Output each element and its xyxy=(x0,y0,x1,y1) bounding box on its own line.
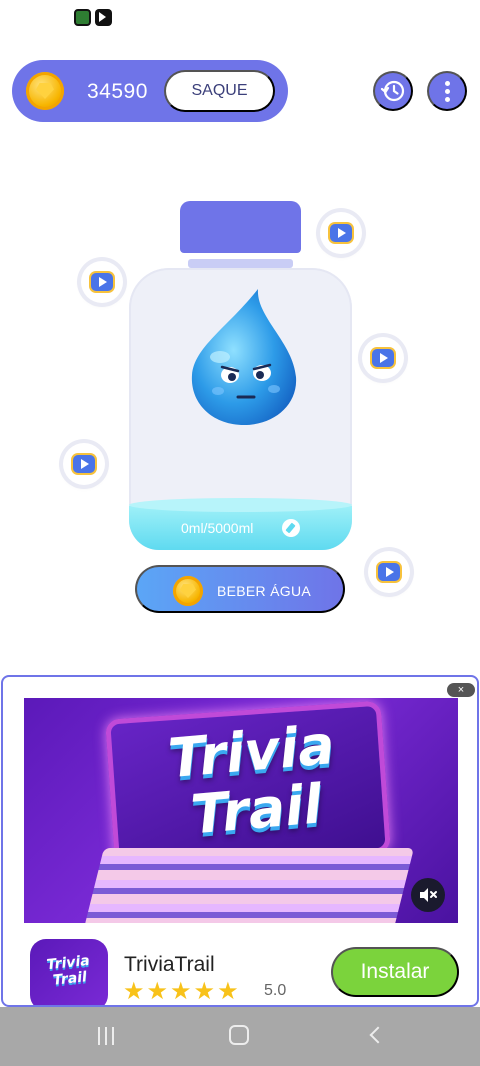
video-reward-bubble[interactable] xyxy=(63,443,105,485)
notification-play-icon xyxy=(95,9,112,26)
more-options-button[interactable] xyxy=(427,71,467,111)
withdraw-button[interactable]: SAQUE xyxy=(164,70,275,112)
coin-icon xyxy=(173,576,203,606)
star-icon: ★ xyxy=(193,978,216,1005)
star-icon: ★ xyxy=(123,978,145,1005)
ad-banner[interactable]: Trivia Trail xyxy=(24,698,458,923)
ad-card[interactable]: × Trivia Trail Trivia Trail TriviaTrail … xyxy=(1,675,479,1007)
rating-value: 5.0 xyxy=(264,982,287,999)
video-reward-icon xyxy=(378,563,400,581)
app-icon[interactable]: Trivia Trail xyxy=(30,939,108,1005)
more-vertical-icon xyxy=(444,80,450,102)
coin-balance-bar: 34590 SAQUE xyxy=(12,60,288,122)
edit-goal-icon[interactable] xyxy=(282,519,300,537)
notification-app-icon xyxy=(74,9,91,26)
app-name: TriviaTrail xyxy=(124,953,215,976)
coin-icon xyxy=(26,72,64,110)
bottle-neck xyxy=(188,259,293,268)
coin-balance: 34590 xyxy=(87,80,148,103)
star-icon: ★ xyxy=(217,978,239,1005)
home-icon[interactable] xyxy=(229,1025,249,1045)
video-reward-icon xyxy=(91,273,113,291)
recent-apps-icon[interactable] xyxy=(96,1027,116,1045)
status-bar xyxy=(0,0,480,36)
video-reward-bubble[interactable] xyxy=(362,337,404,379)
video-reward-icon xyxy=(372,349,394,367)
video-reward-bubble[interactable] xyxy=(320,212,362,254)
video-reward-bubble[interactable] xyxy=(81,261,123,303)
rating-stars: ★ ★ ★ ★ ★ xyxy=(123,979,239,1005)
banner-title: Trivia Trail xyxy=(139,713,368,849)
history-button[interactable] xyxy=(373,71,413,111)
install-button[interactable]: Instalar xyxy=(331,947,459,997)
star-icon: ★ xyxy=(146,978,169,1005)
water-amount-label: 0ml/5000ml xyxy=(181,520,254,536)
video-reward-icon xyxy=(73,455,95,473)
drink-water-label: BEBER ÁGUA xyxy=(217,583,312,599)
banner-books-graphic xyxy=(84,848,414,923)
video-reward-bubble[interactable] xyxy=(368,551,410,593)
app-icon-text: Trivia Trail xyxy=(45,952,91,989)
speaker-mute-icon xyxy=(420,888,437,902)
water-drop-mascot-icon xyxy=(191,289,297,425)
history-clock-icon xyxy=(380,80,405,102)
mute-button[interactable] xyxy=(411,878,445,912)
ad-close-button[interactable]: × xyxy=(447,683,475,697)
bottle-cap xyxy=(180,201,301,253)
system-navigation-bar xyxy=(0,1007,480,1066)
back-icon[interactable] xyxy=(369,1026,387,1044)
video-reward-icon xyxy=(330,224,352,242)
drink-water-button[interactable]: BEBER ÁGUA xyxy=(135,565,345,613)
star-icon: ★ xyxy=(170,978,192,1005)
